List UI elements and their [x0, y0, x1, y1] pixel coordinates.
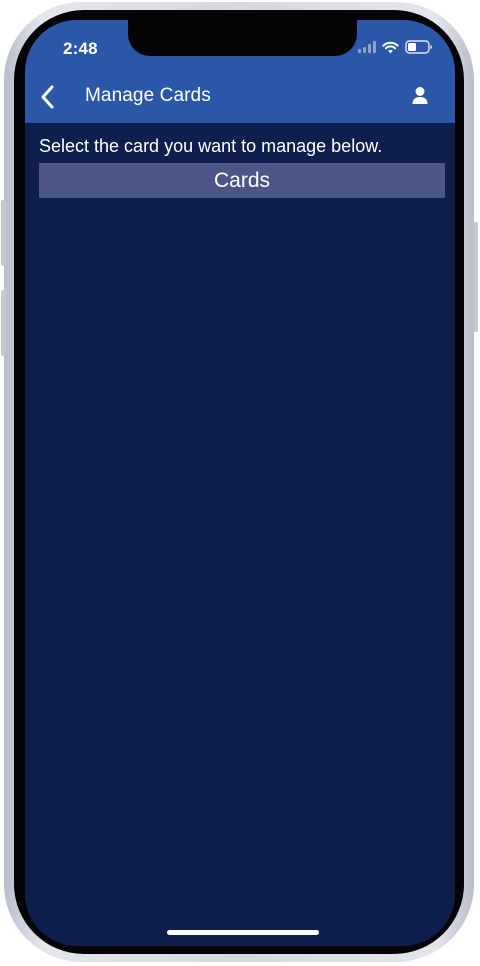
instruction-text: Select the card you want to manage below…	[39, 136, 383, 156]
person-icon	[412, 87, 428, 104]
notch	[128, 20, 357, 56]
chevron-left-icon	[41, 85, 54, 109]
profile-button[interactable]	[411, 86, 429, 106]
page-title: Manage Cards	[85, 85, 211, 106]
status-time: 2:48	[63, 39, 98, 58]
battery-icon	[405, 40, 432, 54]
wifi-icon	[382, 41, 399, 53]
back-button[interactable]	[39, 84, 59, 110]
phone-side-button-left-1	[1, 200, 6, 266]
phone-side-button-left-2	[1, 290, 6, 356]
phone-screen: 2:48 Manage Cards Select the card you wa…	[25, 20, 455, 946]
phone-side-button-right	[473, 222, 478, 332]
cards-section-header: Cards	[39, 163, 445, 198]
cellular-signal-icon	[358, 41, 376, 53]
home-indicator[interactable]	[167, 930, 319, 935]
status-icons	[358, 40, 433, 54]
app-header: 2:48 Manage Cards	[25, 20, 455, 123]
